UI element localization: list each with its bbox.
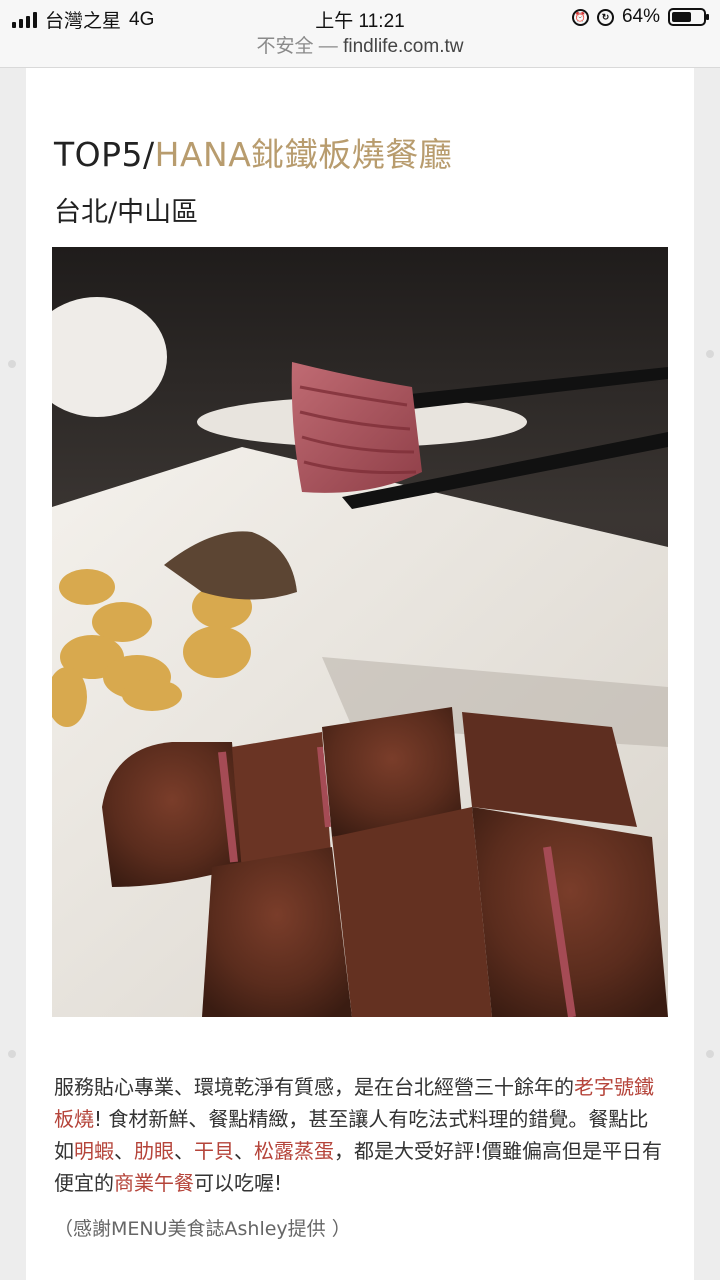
title-prefix: TOP5/	[54, 135, 155, 174]
article-paragraph: 服務貼心專業、環境乾淨有質感，是在台北經營三十餘年的老字號鐵板燒! 食材新鮮、餐…	[54, 1071, 668, 1199]
orientation-lock-icon: ↻	[596, 8, 614, 26]
highlight-text: 松露蒸蛋	[254, 1139, 334, 1163]
highlight-text: 明蝦	[74, 1139, 114, 1163]
security-label: 不安全	[256, 36, 314, 57]
paragraph-text: 、	[174, 1139, 194, 1163]
status-right: ⏰ ↻ 64%	[571, 6, 709, 28]
paragraph-text: 、	[234, 1139, 254, 1163]
url-separator: —	[313, 36, 344, 57]
restaurant-name: HANA鉳鐵板燒餐廳	[154, 135, 453, 174]
battery-icon	[668, 8, 709, 26]
highlight-text: 商業午餐	[114, 1171, 194, 1195]
photo-credit: （感謝MENU美食誌Ashley提供 ）	[54, 1218, 351, 1240]
article-subtitle: 台北/中山區	[54, 197, 199, 228]
battery-percent: 64%	[621, 6, 660, 27]
alarm-icon: ⏰	[571, 8, 589, 26]
status-bar: 台灣之星 4G 上午 11:21 ⏰ ↻ 64%	[0, 0, 720, 34]
paragraph-text: 可以吃喔!	[194, 1171, 283, 1195]
paragraph-text: 、	[114, 1139, 134, 1163]
paragraph-text: 服務貼心專業、環境乾淨有質感，是在台北經營三十餘年的	[54, 1075, 574, 1099]
address-bar[interactable]: 不安全 — findlife.com.tw	[0, 34, 720, 68]
steak-photo	[52, 247, 668, 1017]
highlight-text: 干貝	[194, 1139, 234, 1163]
url-domain: findlife.com.tw	[343, 36, 464, 57]
article-title: TOP5/HANA鉳鐵板燒餐廳	[54, 128, 452, 176]
highlight-text: 肋眼	[134, 1139, 174, 1163]
